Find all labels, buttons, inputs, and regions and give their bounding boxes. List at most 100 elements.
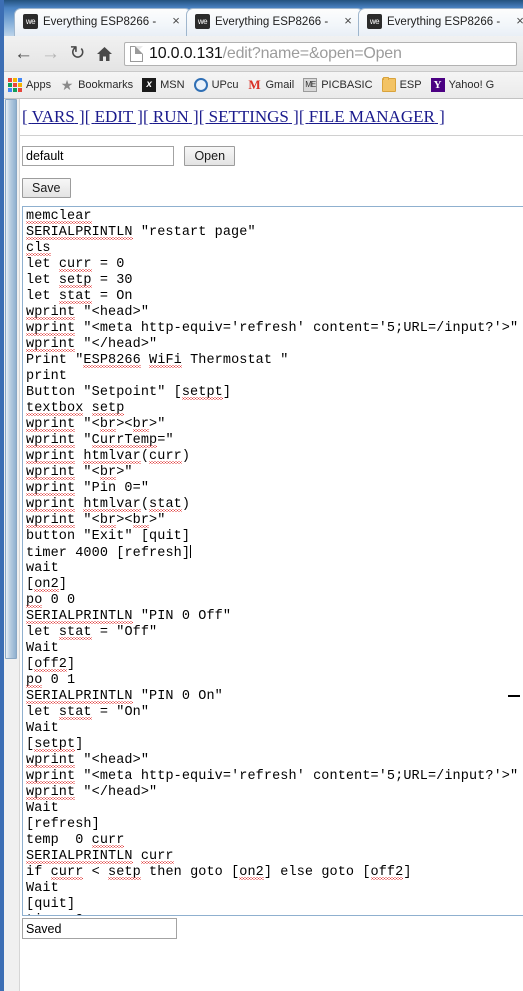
code-line: [quit] bbox=[26, 897, 76, 912]
code-line: wprint "</head>" bbox=[26, 337, 158, 352]
code-line: let stat = "On" bbox=[26, 705, 150, 720]
address-bar[interactable]: 10.0.0.131/edit?name=&open=Open bbox=[124, 41, 517, 66]
home-icon[interactable] bbox=[91, 41, 118, 67]
code-line: wprint htmlvar(curr) bbox=[26, 449, 191, 464]
bookmark-gmail[interactable]: M Gmail bbox=[247, 78, 294, 92]
page-scrollbar[interactable] bbox=[4, 99, 20, 991]
bookmark-label: Yahoo! G bbox=[448, 79, 495, 91]
browser-window: we Everything ESP8266 - × we Everything ESP… bbox=[0, 0, 523, 991]
tab-title: Everything ESP8266 - bbox=[43, 16, 157, 28]
code-line: Wait bbox=[26, 641, 59, 656]
nav-link-vars[interactable]: [ VARS ] bbox=[22, 107, 85, 126]
bookmark-label: Gmail bbox=[265, 79, 295, 91]
code-line: memclear bbox=[26, 209, 92, 224]
browser-tab[interactable]: we Everything ESP8266 - × bbox=[14, 8, 192, 36]
tab-favicon-icon: we bbox=[367, 13, 382, 29]
web-page: [ VARS ][ EDIT ][ RUN ][ SETTINGS ][ FIL… bbox=[20, 99, 523, 991]
gmail-icon: M bbox=[248, 77, 261, 92]
code-line: po 0 1 bbox=[26, 673, 76, 688]
status-input[interactable] bbox=[22, 918, 177, 939]
save-button[interactable]: Save bbox=[22, 178, 71, 198]
code-line: wprint "CurrTemp=" bbox=[26, 433, 174, 448]
code-line: timer 4000 [refresh] bbox=[26, 545, 192, 561]
code-line: wprint "Pin 0=" bbox=[26, 481, 150, 496]
forward-icon[interactable]: → bbox=[37, 41, 64, 67]
tab-title: Everything ESP8266 - bbox=[215, 16, 329, 28]
bookmark-esp[interactable]: ESP bbox=[381, 77, 422, 92]
bookmark-yahoo[interactable]: Y Yahoo! G bbox=[430, 78, 495, 92]
browser-tab[interactable]: we Everything ESP8266 - × bbox=[358, 8, 523, 36]
page-nav-links: [ VARS ][ EDIT ][ RUN ][ SETTINGS ][ FIL… bbox=[20, 107, 523, 127]
code-line: SERIALPRINTLN "PIN 0 On" bbox=[26, 689, 223, 704]
code-line: [refresh] bbox=[26, 817, 100, 832]
open-button[interactable]: Open bbox=[184, 146, 236, 166]
code-line: wprint htmlvar(stat) bbox=[26, 497, 191, 512]
url-host: 10.0.0.131 bbox=[149, 44, 223, 62]
code-line: Button "Setpoint" [setpt] bbox=[26, 385, 232, 400]
reload-icon[interactable]: ↻ bbox=[64, 41, 91, 67]
nav-link-settings[interactable]: [ SETTINGS ] bbox=[199, 107, 299, 126]
save-row: Save bbox=[20, 178, 523, 198]
code-line: wprint "<br>" bbox=[26, 465, 133, 480]
textarea-edge-marker bbox=[508, 695, 520, 697]
horizontal-rule bbox=[20, 135, 523, 136]
code-line: SERIALPRINTLN curr bbox=[26, 849, 174, 864]
bookmark-label: ESP bbox=[399, 79, 422, 91]
code-line: SERIALPRINTLN "restart page" bbox=[26, 225, 256, 240]
code-line: let setp = 30 bbox=[26, 273, 133, 288]
nav-link-edit[interactable]: [ EDIT ] bbox=[85, 107, 143, 126]
code-line: timer 0 bbox=[26, 913, 523, 915]
tab-close-icon[interactable]: × bbox=[169, 14, 183, 28]
bookmark-bookmarks[interactable]: ★ Bookmarks bbox=[60, 78, 133, 92]
tab-favicon-icon: we bbox=[23, 13, 38, 29]
code-editor-textarea[interactable]: memclear SERIALPRINTLN "restart page" cls l… bbox=[22, 206, 523, 916]
code-line: temp 0 curr bbox=[26, 833, 125, 848]
code-line: wprint "<br><br>" bbox=[26, 513, 166, 528]
yahoo-icon: Y bbox=[430, 78, 445, 92]
text-caret bbox=[190, 545, 192, 558]
nav-link-run[interactable]: [ RUN ] bbox=[143, 107, 199, 126]
tab-close-icon[interactable]: × bbox=[513, 14, 523, 28]
code-line: wprint "<meta http-equiv='refresh' conte… bbox=[26, 769, 519, 784]
code-line: [on2] bbox=[26, 577, 68, 592]
page-scrollbar-thumb[interactable] bbox=[5, 99, 17, 659]
filename-input[interactable] bbox=[22, 146, 174, 166]
star-icon: ★ bbox=[60, 77, 74, 93]
page-document-icon bbox=[130, 45, 143, 62]
code-line: [setpt] bbox=[26, 737, 84, 752]
nav-link-file-manager[interactable]: [ FILE MANAGER ] bbox=[299, 107, 445, 126]
code-line: print bbox=[26, 369, 68, 384]
bookmark-apps[interactable]: Apps bbox=[8, 78, 51, 92]
open-file-row: Open bbox=[20, 146, 523, 166]
bookmark-picbasic[interactable]: ME PICBASIC bbox=[303, 78, 373, 92]
url-text: 10.0.0.131/edit?name=&open=Open bbox=[149, 45, 402, 63]
status-row bbox=[22, 918, 523, 939]
tab-close-icon[interactable]: × bbox=[341, 14, 355, 28]
code-line: wprint "<br><br>" bbox=[26, 417, 166, 432]
back-icon[interactable]: ← bbox=[10, 41, 37, 67]
page-content-area: [ VARS ][ EDIT ][ RUN ][ SETTINGS ][ FIL… bbox=[4, 99, 523, 991]
code-line: SERIALPRINTLN "PIN 0 Off" bbox=[26, 609, 232, 624]
code-line: wprint "<head>" bbox=[26, 753, 150, 768]
bookmark-label: UPcu bbox=[211, 79, 239, 91]
url-path: /edit?name=&open=Open bbox=[222, 44, 402, 62]
bookmark-label: Apps bbox=[26, 79, 52, 91]
upcu-icon bbox=[193, 78, 208, 92]
code-line: Wait bbox=[26, 721, 59, 736]
code-line: textbox setp bbox=[26, 401, 125, 416]
bookmark-upcu[interactable]: UPcu bbox=[193, 78, 239, 92]
bookmarks-bar: Apps ★ Bookmarks x MSN UPcu M Gmail ME P… bbox=[4, 72, 523, 99]
code-line: let stat = "Off" bbox=[26, 625, 158, 640]
code-line: if curr < setp then goto [on2] else goto… bbox=[26, 865, 412, 880]
bookmark-msn[interactable]: x MSN bbox=[142, 78, 185, 92]
code-line: wprint "</head>" bbox=[26, 785, 158, 800]
code-line: let stat = On bbox=[26, 289, 133, 304]
tab-strip: we Everything ESP8266 - × we Everything ESP… bbox=[4, 0, 523, 36]
bookmark-label: Bookmarks bbox=[78, 79, 134, 91]
code-line: let curr = 0 bbox=[26, 257, 125, 272]
code-line: wait bbox=[26, 561, 59, 576]
code-line: po 0 0 bbox=[26, 593, 76, 608]
browser-tab[interactable]: we Everything ESP8266 - × bbox=[186, 8, 364, 36]
code-text[interactable]: memclear SERIALPRINTLN "restart page" cls l… bbox=[23, 207, 523, 915]
browser-toolbar: ← → ↻ 10.0.0.131/edit?name=&open=Open bbox=[4, 36, 523, 72]
